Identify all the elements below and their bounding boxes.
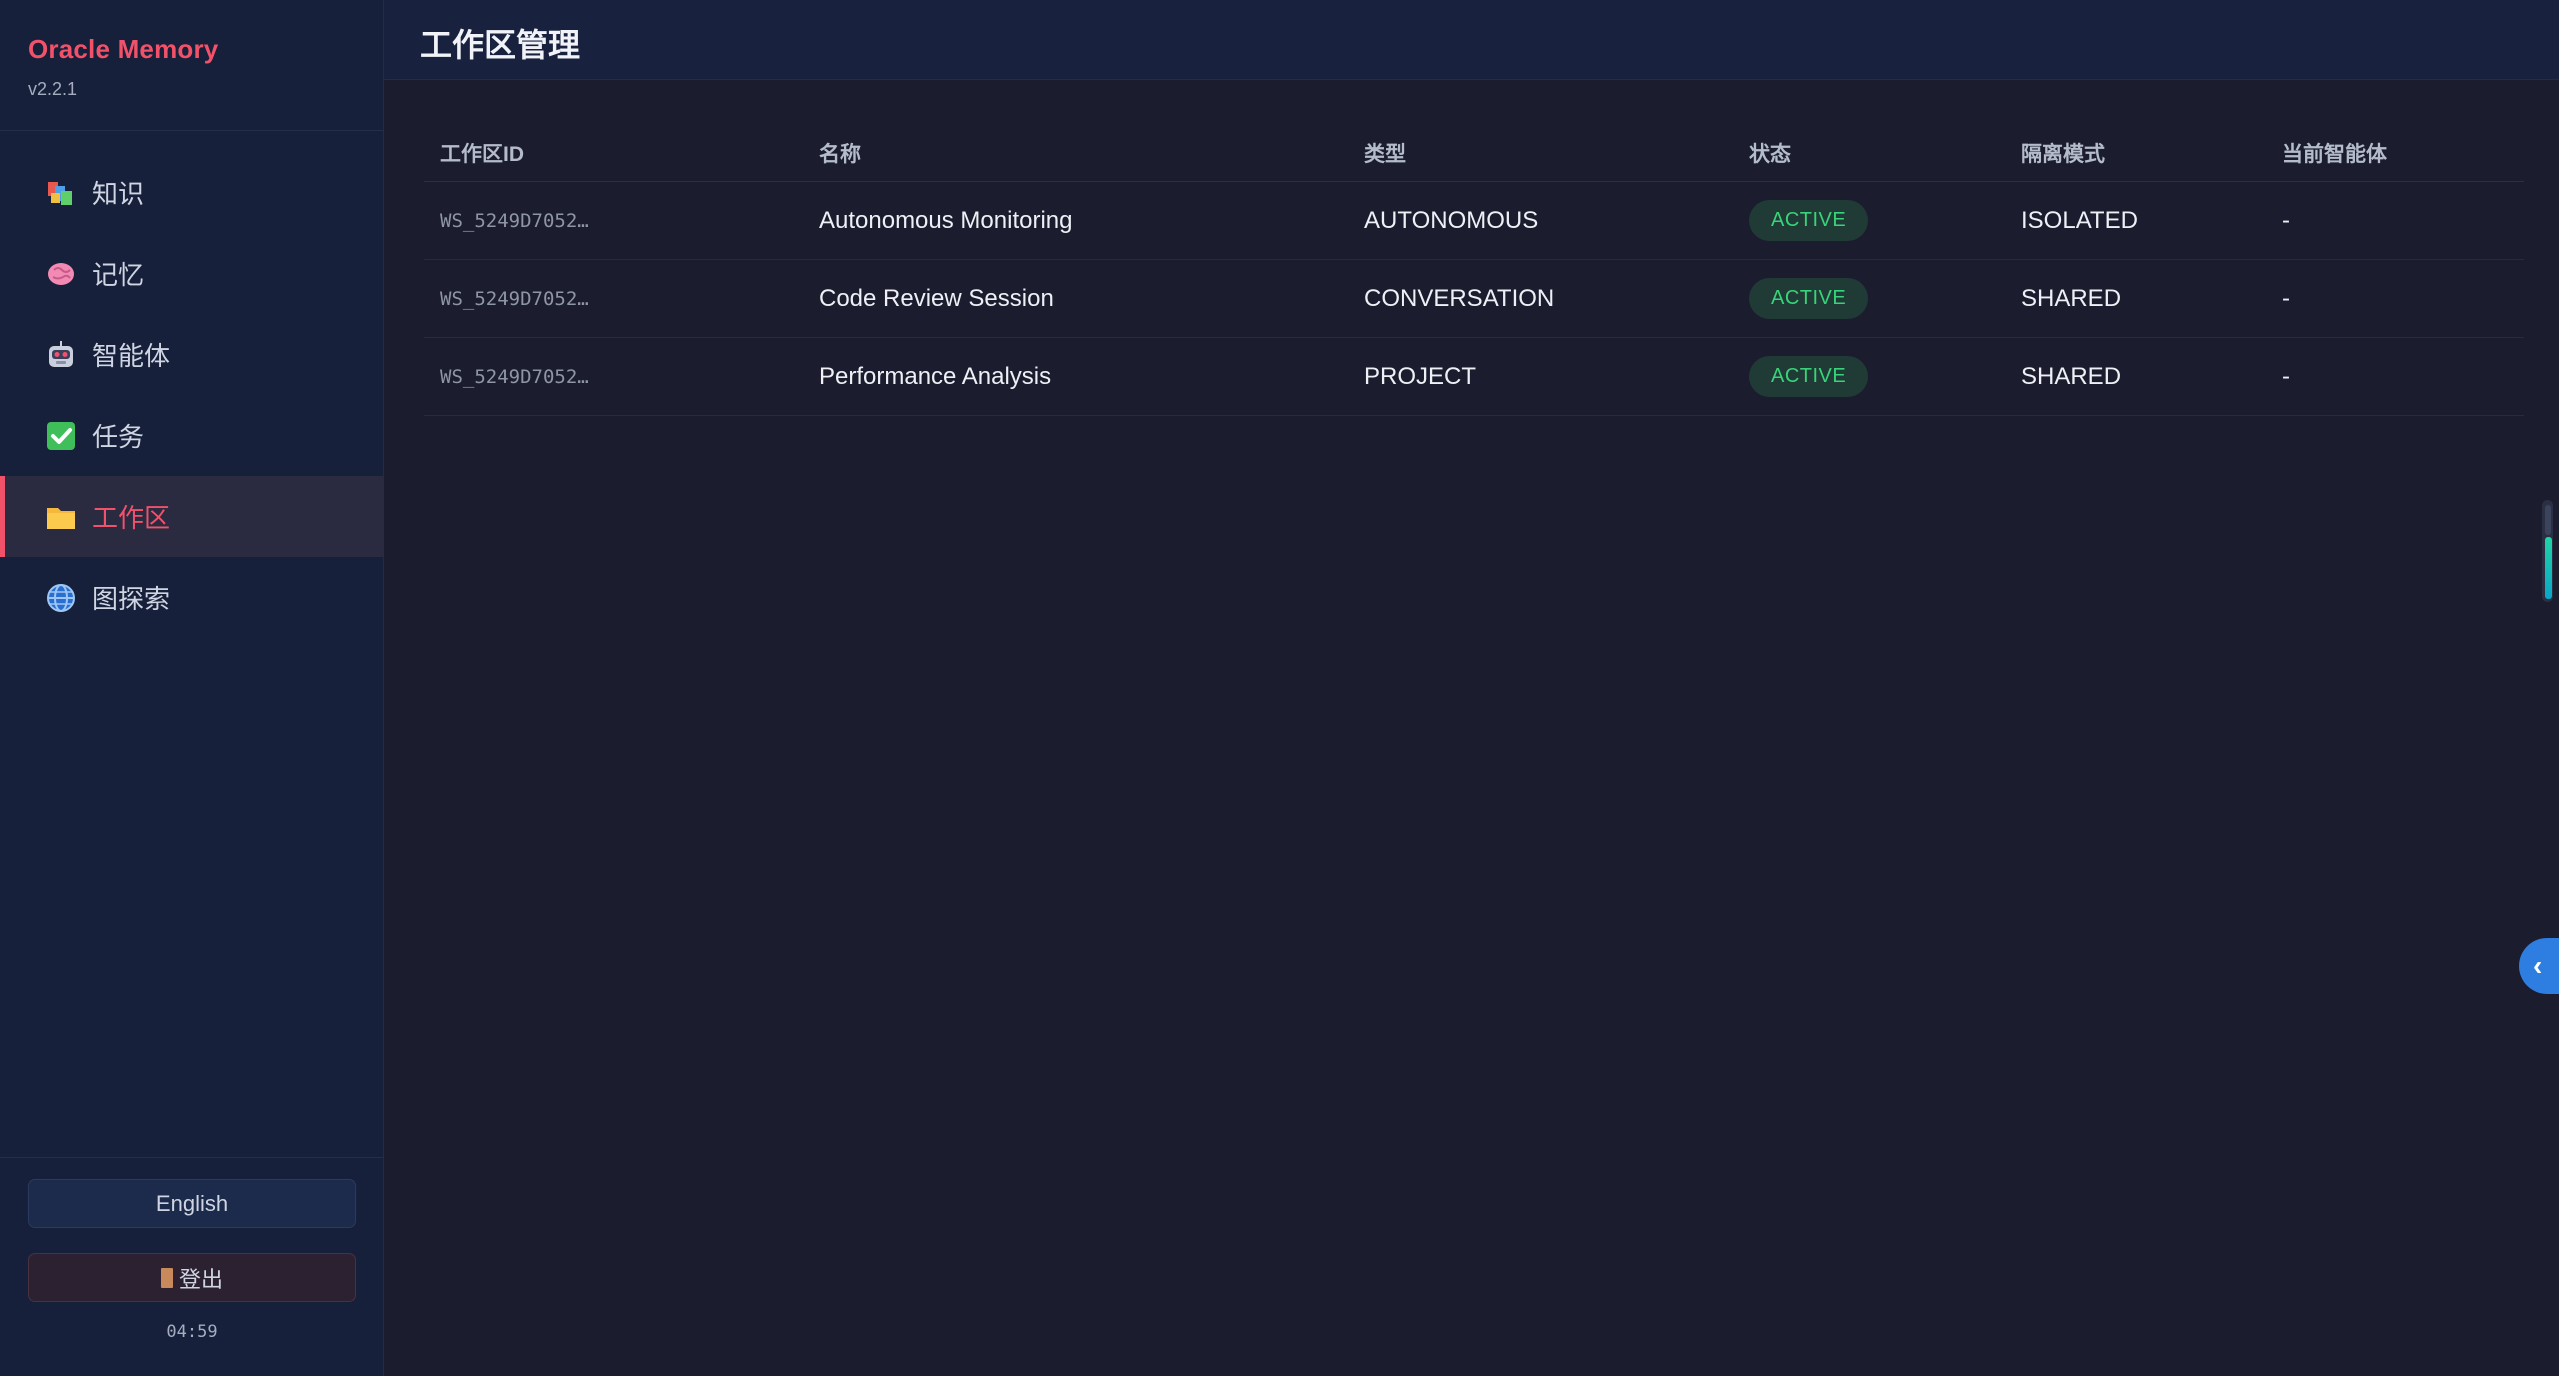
status-cell: ACTIVE [1749,338,1869,415]
column-header-id[interactable]: 工作区ID [440,124,524,181]
app-root: Oracle Memory v2.2.1 知识 记忆 智能体 任务 工作区 图探… [0,0,2559,1376]
chevron-left-icon: ‹ [2533,950,2543,981]
page-header: 工作区管理 [384,0,2559,80]
current-agent: - [2282,206,2290,234]
table-row[interactable]: WS_5249D7052… Performance Analysis PROJE… [424,338,2524,416]
status-badge: ACTIVE [1749,278,1869,319]
sidebar-item-graph-explore[interactable]: 图探索 [0,557,384,638]
scrollbar-segment [2545,505,2551,535]
status-badge: ACTIVE [1749,356,1869,397]
sidebar-divider [0,1157,384,1158]
status-badge: ACTIVE [1749,200,1869,241]
sidebar-divider [0,130,384,131]
sidebar-item-tasks[interactable]: 任务 [0,395,384,476]
workspace-id: WS_5249D7052… [440,287,589,310]
language-toggle-button[interactable]: English [28,1179,356,1228]
current-agent: - [2282,362,2290,390]
isolation-mode: ISOLATED [2021,206,2138,234]
sidebar-item-label: 知识 [92,179,145,209]
column-header-isolation[interactable]: 隔离模式 [2021,124,2105,181]
workspace-name: Code Review Session [819,284,1054,312]
status-cell: ACTIVE [1749,260,1869,337]
robot-icon [44,338,78,372]
table-header: 工作区ID 名称 类型 状态 隔离模式 当前智能体 [424,124,2524,182]
brain-icon [44,257,78,291]
table-row[interactable]: WS_5249D7052… Code Review Session CONVER… [424,260,2524,338]
workspace-type: CONVERSATION [1364,284,1555,312]
globe-icon [44,581,78,615]
sidebar-item-workspace[interactable]: 工作区 [0,476,384,557]
checkmark-icon [44,419,78,453]
sidebar-item-agents[interactable]: 智能体 [0,314,384,395]
workspace-type: PROJECT [1364,362,1477,390]
scrollbar-thumb[interactable] [2545,537,2552,599]
table-row[interactable]: WS_5249D7052… Autonomous Monitoring AUTO… [424,182,2524,260]
page-title: 工作区管理 [420,27,581,63]
logout-button[interactable]: 登出 [28,1253,356,1302]
door-icon [160,1267,173,1288]
logout-label: 登出 [178,1266,223,1292]
workspace-table: 工作区ID 名称 类型 状态 隔离模式 当前智能体 WS_5249D7052… … [424,124,2524,416]
sidebar-item-label: 图探索 [92,584,171,614]
panel-toggle-button[interactable]: ‹ [2519,938,2559,994]
app-title: Oracle Memory [28,34,219,64]
sidebar: Oracle Memory v2.2.1 知识 记忆 智能体 任务 工作区 图探… [0,0,384,1376]
app-version: v2.2.1 [28,79,78,99]
column-header-status[interactable]: 状态 [1749,124,1791,181]
column-header-type[interactable]: 类型 [1364,124,1406,181]
column-header-current-agent[interactable]: 当前智能体 [2282,124,2387,181]
folder-icon [44,500,78,534]
workspace-id: WS_5249D7052… [440,209,589,232]
status-cell: ACTIVE [1749,182,1869,259]
clock: 04:59 [166,1322,218,1342]
sidebar-item-memory[interactable]: 记忆 [0,233,384,314]
sidebar-item-label: 记忆 [92,260,145,290]
column-header-name[interactable]: 名称 [819,124,861,181]
sidebar-item-label: 智能体 [92,341,171,371]
isolation-mode: SHARED [2021,362,2122,390]
sidebar-nav: 知识 记忆 智能体 任务 工作区 图探索 [0,152,384,638]
sidebar-item-label: 任务 [92,422,145,452]
current-agent: - [2282,284,2290,312]
books-icon [44,176,78,210]
workspace-type: AUTONOMOUS [1364,206,1539,234]
workspace-id: WS_5249D7052… [440,365,589,388]
sidebar-item-knowledge[interactable]: 知识 [0,152,384,233]
brand: Oracle Memory v2.2.1 [28,34,218,100]
workspace-name: Autonomous Monitoring [819,206,1073,234]
workspace-name: Performance Analysis [819,362,1052,390]
sidebar-item-label: 工作区 [92,503,171,533]
isolation-mode: SHARED [2021,284,2122,312]
